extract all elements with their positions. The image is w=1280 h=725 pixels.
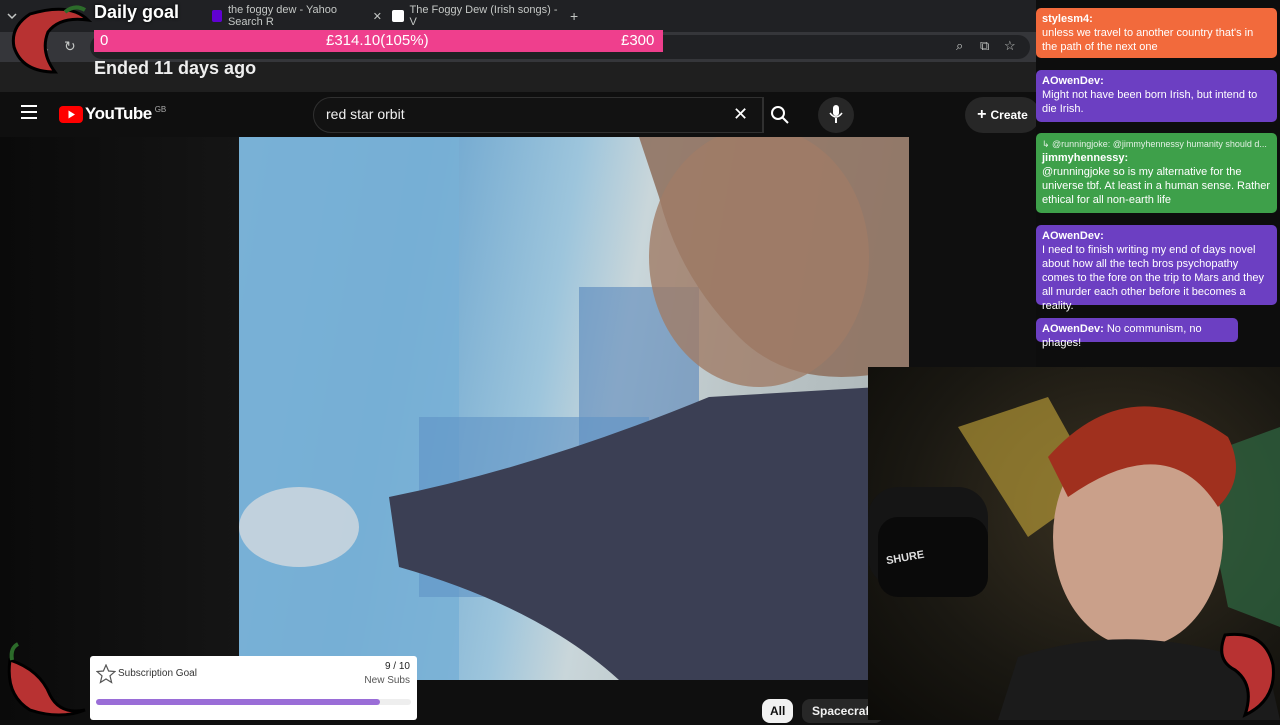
- sub-goal-track: [96, 699, 411, 705]
- chili-mascot-icon: [1185, 625, 1280, 720]
- goal-start-value: 0: [100, 32, 109, 49]
- chat-text: Might not have been born Irish, but inte…: [1042, 89, 1258, 115]
- chili-mascot-icon: [0, 2, 95, 82]
- chip-all[interactable]: All: [762, 699, 794, 723]
- subscription-goal-widget: Subscription Goal 9 / 10 New Subs: [90, 656, 417, 720]
- sub-goal-label: New Subs: [364, 675, 410, 686]
- youtube-logo-text: YouTube: [85, 104, 152, 123]
- chat-message: AOwenDev: Might not have been born Irish…: [1036, 70, 1277, 122]
- chat-username: AOwenDev:: [1042, 230, 1104, 242]
- goal-title: Daily goal: [94, 2, 180, 22]
- chat-message: AOwenDev: No communism, no phages!: [1036, 318, 1238, 349]
- chat-text: @runningjoke so is my alternative for th…: [1042, 166, 1271, 206]
- clear-search-icon[interactable]: ✕: [733, 104, 748, 125]
- chat-message: AOwenDev: I need to finish writing my en…: [1036, 225, 1277, 312]
- chat-username: jimmyhennessy:: [1042, 152, 1129, 164]
- chat-username: AOwenDev:: [1042, 323, 1104, 335]
- plus-icon: +: [977, 106, 987, 123]
- chat-username: AOwenDev:: [1042, 75, 1104, 87]
- goal-target-value: £300: [621, 32, 655, 49]
- search-icon: [771, 106, 789, 124]
- microphone-icon: [829, 105, 843, 123]
- goal-current-value: £314.10(105%): [326, 32, 429, 49]
- voice-search-button[interactable]: [818, 97, 854, 133]
- region-code: GB: [154, 104, 167, 114]
- install-app-icon[interactable]: ⧉: [980, 38, 989, 54]
- tab-yahoo-search[interactable]: the foggy dew - Yahoo Search R ✕: [212, 4, 382, 28]
- chat-username: stylesm4:: [1042, 13, 1093, 25]
- tab-title: the foggy dew - Yahoo Search R: [227, 4, 337, 28]
- youtube-logo[interactable]: YouTube GB: [59, 104, 166, 124]
- chat-message: ↳ @runningjoke: @jimmyhennessy humanity …: [1036, 133, 1277, 213]
- wikipedia-favicon-icon: [392, 10, 404, 22]
- new-tab-button[interactable]: +: [570, 4, 578, 28]
- chat-reply-context: ↳ @runningjoke: @jimmyhennessy humanity …: [1042, 139, 1267, 149]
- tab-close-icon[interactable]: ✕: [373, 10, 382, 23]
- chat-text: I need to finish writing my end of days …: [1042, 244, 1264, 312]
- search-button[interactable]: [763, 97, 798, 133]
- chili-mascot-icon: [0, 640, 90, 720]
- youtube-play-icon: [59, 105, 83, 123]
- video-player[interactable]: [239, 137, 909, 680]
- create-label: Create: [990, 108, 1028, 122]
- sub-goal-title: Subscription Goal: [118, 668, 197, 679]
- zoom-icon[interactable]: ⌕: [956, 38, 963, 54]
- tab-title: The Foggy Dew (Irish songs) - V: [409, 4, 558, 28]
- chat-text: unless we travel to another country that…: [1042, 27, 1254, 53]
- create-button[interactable]: + Create: [965, 97, 1040, 133]
- chat-message: stylesm4: unless we travel to another co…: [1036, 8, 1277, 58]
- tab-foggy-dew-wikipedia[interactable]: The Foggy Dew (Irish songs) - V: [392, 4, 562, 28]
- bookmark-star-icon[interactable]: ☆: [1004, 38, 1016, 54]
- video-letterbox-left: [0, 137, 239, 720]
- goal-ended-text: Ended 11 days ago: [94, 58, 257, 78]
- search-query: red star orbit: [326, 106, 405, 122]
- menu-icon[interactable]: [21, 105, 37, 124]
- video-letterbox-right: [909, 137, 1040, 367]
- sub-goal-count: 9 / 10: [384, 661, 410, 672]
- video-frame: [239, 137, 909, 680]
- star-icon: [96, 664, 116, 684]
- yahoo-favicon-icon: [212, 10, 222, 22]
- sub-goal-fill: [96, 699, 380, 705]
